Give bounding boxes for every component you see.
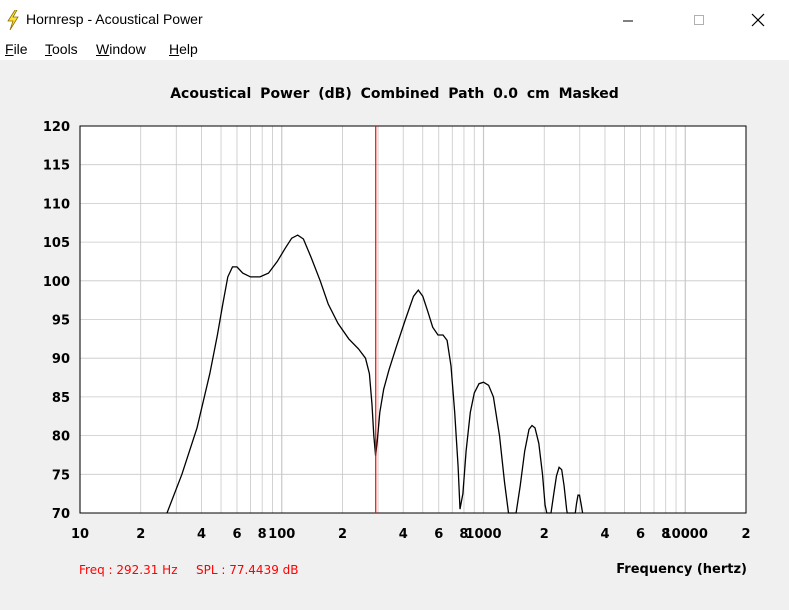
- x-tick-label: 2: [136, 527, 145, 542]
- freq-readout: Freq : 292.31 Hz: [79, 563, 178, 577]
- x-tick-label: 1000: [465, 527, 501, 542]
- y-tick-label: 100: [43, 275, 70, 290]
- y-tick-label: 110: [43, 197, 70, 212]
- y-tick-labels: 120 115 110 105 100 95 90 85 80 75 70: [43, 120, 70, 522]
- x-tick-label: 6: [232, 527, 241, 542]
- y-tick-label: 120: [43, 120, 70, 135]
- x-tick-label: 6: [636, 527, 645, 542]
- x-tick-label: 4: [399, 527, 408, 542]
- y-tick-label: 80: [52, 430, 70, 445]
- x-tick-label: 10000: [663, 527, 708, 542]
- spl-readout: SPL : 77.4439 dB: [196, 563, 299, 577]
- x-tick-label: 2: [540, 527, 549, 542]
- x-tick-label: 4: [197, 527, 206, 542]
- x-tick-label: 2: [338, 527, 347, 542]
- y-tick-label: 115: [43, 159, 70, 174]
- x-tick-label: 100: [268, 527, 295, 542]
- x-axis-label: Frequency (hertz): [616, 562, 747, 577]
- y-tick-label: 105: [43, 236, 70, 251]
- y-tick-label: 75: [52, 468, 70, 483]
- y-tick-label: 95: [52, 314, 70, 329]
- x-tick-label: 6: [434, 527, 443, 542]
- x-tick-labels: 10 2 4 6 8 100 2 4 6 81000 2 4 6 810000 2: [71, 527, 751, 542]
- x-tick-label: 8: [258, 527, 267, 542]
- x-tick-label: 10: [71, 527, 89, 542]
- x-tick-label: 4: [600, 527, 609, 542]
- y-tick-label: 85: [52, 391, 70, 406]
- y-tick-label: 70: [52, 507, 70, 522]
- y-tick-label: 90: [52, 352, 70, 367]
- acoustical-power-chart[interactable]: 120115110105100959085807570 10 2 4 6 8 100 2 4 6…: [0, 0, 789, 610]
- x-tick-label: 2: [741, 527, 750, 542]
